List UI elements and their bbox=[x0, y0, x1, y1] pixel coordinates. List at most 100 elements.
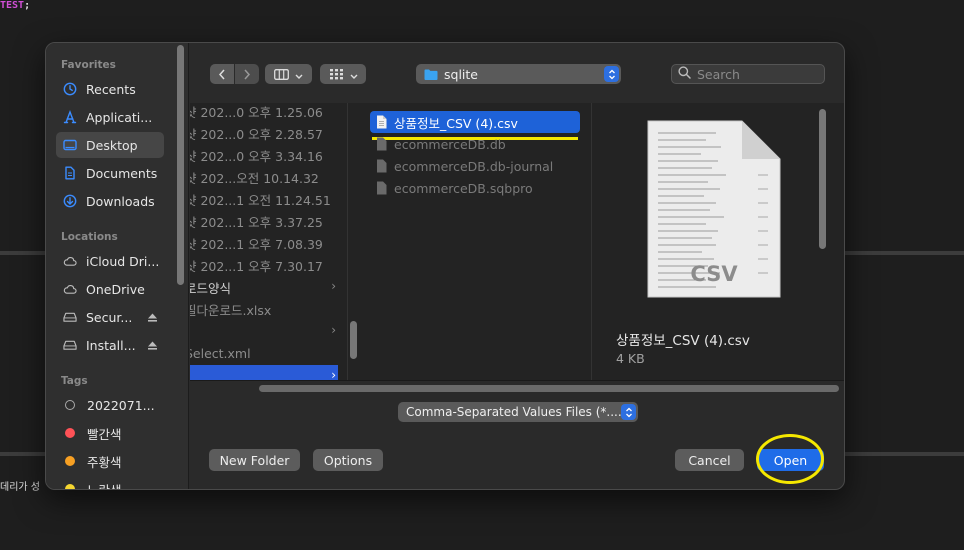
tag-label: 빨간색 bbox=[87, 426, 122, 442]
sidebar-item-icloud-drive[interactable]: iCloud Dri... bbox=[56, 248, 164, 274]
search-field[interactable] bbox=[671, 64, 825, 84]
group-by-button[interactable] bbox=[320, 64, 366, 84]
sidebar-item-desktop[interactable]: Desktop bbox=[56, 132, 164, 158]
tag-dot-icon bbox=[65, 484, 75, 489]
sidebar-item-label: OneDrive bbox=[86, 281, 145, 297]
sidebar-item-label: Recents bbox=[86, 81, 136, 97]
sidebar-tag-item[interactable]: 2022071... bbox=[56, 392, 164, 418]
view-mode-button[interactable] bbox=[265, 64, 312, 84]
tag-dot-icon bbox=[65, 456, 75, 466]
sidebar-tag-item[interactable]: 주황색 bbox=[56, 448, 164, 474]
list-item[interactable]: 샷 202...1 오후 7.30.17 bbox=[190, 254, 340, 276]
file-type-popup[interactable]: Comma-Separated Values Files (*.... bbox=[398, 402, 638, 422]
options-button[interactable]: Options bbox=[313, 449, 383, 471]
tag-dot-icon bbox=[65, 400, 75, 410]
sidebar-item-label: Documents bbox=[86, 165, 158, 181]
sidebar-item-downloads[interactable]: Downloads bbox=[56, 188, 164, 214]
list-item[interactable]: Select.xml bbox=[190, 342, 340, 364]
disk-icon bbox=[63, 338, 77, 352]
preview-pane: CSV 상품정보_CSV (4).csv 4 KB bbox=[594, 103, 844, 380]
file-row: ecommerceDB.db bbox=[370, 133, 580, 155]
sidebar-tag-item[interactable]: 빨간색 bbox=[56, 420, 164, 446]
updown-arrows-icon bbox=[604, 66, 619, 82]
format-bar: Comma-Separated Values Files (*.... bbox=[190, 380, 844, 430]
list-item[interactable]: 샷 202...1 오후 7.08.39 bbox=[190, 232, 340, 254]
sidebar-item-secure-volume[interactable]: Secur... bbox=[56, 304, 164, 330]
eject-icon[interactable] bbox=[147, 339, 158, 354]
list-item[interactable]: 샷 202...1 오후 3.37.25 bbox=[190, 210, 340, 232]
list-item[interactable]: 샷 202...0 오후 1.25.06 bbox=[190, 103, 340, 122]
background-divider bbox=[845, 251, 964, 255]
list-item-label: 로드양식 bbox=[190, 280, 232, 296]
toolbar: sqlite bbox=[190, 43, 844, 103]
file-icon bbox=[376, 115, 387, 129]
sidebar-item-label: Applicati... bbox=[86, 109, 153, 125]
sidebar-tag-item[interactable]: 노란색 bbox=[56, 476, 164, 489]
sidebar: Favorites Recents Applicati... Desktop D… bbox=[46, 43, 189, 489]
list-item[interactable]: 샷 202...오전 10.14.32 bbox=[190, 166, 340, 188]
current-folder-name: sqlite bbox=[444, 66, 478, 82]
search-input[interactable] bbox=[697, 66, 817, 82]
location-popup[interactable]: sqlite bbox=[416, 64, 621, 84]
sidebar-item-label: Secur... bbox=[86, 309, 133, 325]
chevron-right-icon: › bbox=[331, 368, 336, 380]
cancel-button[interactable]: Cancel bbox=[675, 449, 744, 471]
file-browser: 샷 202...0 오후 1.25.06 샷 202...0 오후 2.28.5… bbox=[190, 103, 844, 380]
list-item[interactable]: 로드양식 › bbox=[190, 276, 340, 298]
list-item-label: 샷 202...1 오후 3.37.25 bbox=[190, 214, 323, 230]
sidebar-item-applications[interactable]: Applicati... bbox=[56, 104, 164, 130]
list-item[interactable]: 샷 202...1 오전 11.24.51 bbox=[190, 188, 340, 210]
sidebar-item-recents[interactable]: Recents bbox=[56, 76, 164, 102]
column-parent: 샷 202...0 오후 1.25.06 샷 202...0 오후 2.28.5… bbox=[190, 103, 348, 380]
sidebar-scrollbar[interactable] bbox=[177, 45, 184, 285]
background-keyword: TEST bbox=[0, 0, 25, 11]
list-item[interactable]: 필다운로드.xlsx bbox=[190, 298, 340, 320]
list-item-label: 샷 202...1 오후 7.08.39 bbox=[190, 236, 323, 252]
background-divider bbox=[0, 251, 45, 255]
chevron-down-icon bbox=[295, 65, 303, 84]
list-item[interactable]: t› bbox=[190, 320, 340, 342]
locations-header: Locations bbox=[61, 231, 118, 243]
cloud-icon bbox=[63, 282, 77, 296]
updown-arrows-icon bbox=[621, 404, 636, 420]
list-item-selected[interactable]: › bbox=[190, 365, 340, 380]
forward-button[interactable] bbox=[235, 64, 259, 84]
column-files: 상품정보_CSV (4).csv ecommerceDB.db ecommerc… bbox=[360, 103, 592, 380]
sidebar-item-onedrive[interactable]: OneDrive bbox=[56, 276, 164, 302]
chevron-right-icon: › bbox=[331, 279, 336, 293]
file-name: ecommerceDB.db bbox=[394, 136, 506, 152]
file-row: ecommerceDB.db-journal bbox=[370, 155, 580, 177]
tag-label: 주황색 bbox=[87, 454, 122, 470]
grid-icon bbox=[329, 65, 344, 84]
list-item[interactable]: 샷 202...0 오후 2.28.57 bbox=[190, 122, 340, 144]
list-item-label: 샷 202...0 오후 2.28.57 bbox=[190, 126, 323, 142]
sidebar-item-documents[interactable]: Documents bbox=[56, 160, 164, 186]
column-scrollbar[interactable] bbox=[350, 321, 357, 359]
preview-scrollbar[interactable] bbox=[819, 109, 826, 249]
list-item-label: 샷 202...1 오전 11.24.51 bbox=[190, 192, 331, 208]
preview-filename: 상품정보_CSV (4).csv bbox=[616, 333, 750, 349]
sidebar-item-install-volume[interactable]: Install... bbox=[56, 332, 164, 358]
list-item-label: 샷 202...0 오후 1.25.06 bbox=[190, 104, 323, 120]
file-icon bbox=[376, 181, 387, 195]
preview-filesize: 4 KB bbox=[616, 351, 645, 366]
background-semicolon: ; bbox=[24, 0, 31, 11]
back-button[interactable] bbox=[210, 64, 234, 84]
search-icon bbox=[678, 66, 691, 82]
eject-icon[interactable] bbox=[147, 311, 158, 326]
sidebar-item-label: Downloads bbox=[86, 193, 155, 209]
list-item-label: 샷 202...0 오후 3.34.16 bbox=[190, 148, 323, 164]
file-type-label: Comma-Separated Values Files (*.... bbox=[406, 405, 622, 419]
annotation-circle bbox=[756, 434, 824, 484]
list-item-label: Select.xml bbox=[190, 345, 251, 361]
new-folder-button[interactable]: New Folder bbox=[209, 449, 300, 471]
csv-icon-label: CSV bbox=[690, 262, 738, 286]
file-row-selected[interactable]: 상품정보_CSV (4).csv bbox=[370, 111, 580, 133]
file-name: 상품정보_CSV (4).csv bbox=[394, 115, 518, 131]
background-code-line: TEST; bbox=[0, 0, 30, 11]
tags-header: Tags bbox=[61, 375, 88, 387]
open-file-dialog: Favorites Recents Applicati... Desktop D… bbox=[45, 42, 845, 490]
clock-icon bbox=[63, 82, 77, 96]
background-text: 데리가 성 bbox=[0, 482, 40, 493]
list-item[interactable]: 샷 202...0 오후 3.34.16 bbox=[190, 144, 340, 166]
